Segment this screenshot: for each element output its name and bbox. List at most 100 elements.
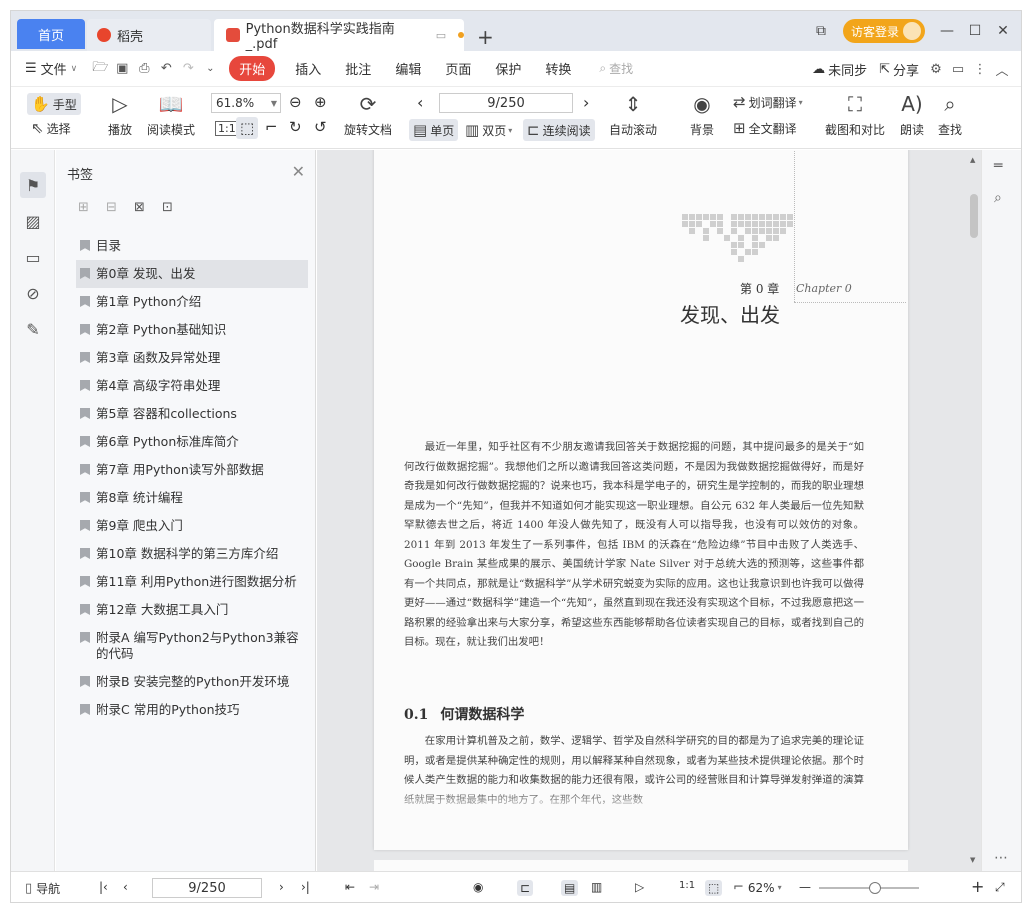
play-icon[interactable]: ▷ [635,880,644,894]
bookmark-item[interactable]: 第1章 Python介绍 [76,288,308,316]
menu-page[interactable]: 页面 [433,59,483,78]
bookmark-item[interactable]: 第8章 统计编程 [76,484,308,512]
comment-panel-icon[interactable]: ▭ [20,244,46,270]
signature-icon[interactable]: ✎ [20,316,46,342]
prev-page-icon[interactable]: ‹ [123,880,128,894]
open-icon[interactable]: 🗁 [89,58,111,80]
bookmark-item[interactable]: 第6章 Python标准库简介 [76,428,308,456]
last-page-icon[interactable]: ›| [301,880,310,894]
bookmark-item[interactable]: 附录B 安装完整的Python开发环境 [76,668,308,696]
bookmark-item[interactable]: 第3章 函数及异常处理 [76,344,308,372]
next-page-icon[interactable]: › [279,880,284,894]
comment-icon[interactable]: ▭ [947,58,969,80]
bookmark-item[interactable]: 目录 [76,232,308,260]
next-page-icon[interactable]: › [583,93,589,112]
more-options-icon[interactable]: ⋯ [994,850,1008,866]
bookmark-collapse-icon[interactable]: ⊡ [162,200,190,215]
scroll-up-icon[interactable]: ▲ [970,156,975,164]
bookmark-item[interactable]: 第9章 爬虫入门 [76,512,308,540]
tab-document[interactable]: Python数据科学实践指南_.pdf ▭ [214,19,464,52]
bookmark-item[interactable]: 第12章 大数据工具入门 [76,596,308,624]
menu-edit[interactable]: 编辑 [383,59,433,78]
zoom-out-icon[interactable]: — [799,880,811,894]
attachment-icon[interactable]: ⊘ [20,280,46,306]
rotate-doc-button[interactable]: ⟳ 旋转文档 [344,91,392,138]
page-number-input[interactable]: 9/250 [439,93,573,113]
find-button[interactable]: ⌕ 查找 [935,91,965,138]
bookmark-item[interactable]: 第10章 数据科学的第三方库介绍 [76,540,308,568]
vertical-scrollbar[interactable]: ▲ ▼ [967,150,981,871]
rotate-right-icon[interactable]: ↺ [314,118,327,136]
fullscreen-icon[interactable]: ⤢ [995,880,1005,895]
zoom-select[interactable]: 61.8% ▼ [211,93,281,113]
bookmark-item[interactable]: 第0章 发现、出发 [76,260,308,288]
menu-protect[interactable]: 保护 [483,59,533,78]
print-icon[interactable]: ⎙ [133,58,155,80]
redo-icon[interactable]: ↷ [177,58,199,80]
page-count-icon[interactable]: ⧉ [807,19,835,43]
bookmark-item[interactable]: 第11章 利用Python进行图数据分析 [76,568,308,596]
bookmark-item[interactable]: 第2章 Python基础知识 [76,316,308,344]
menu-start[interactable]: 开始 [229,56,276,81]
bookmark-item[interactable]: 第7章 用Python读写外部数据 [76,456,308,484]
forward-icon[interactable]: ⇥ [369,880,379,894]
bookmark-panel-icon[interactable]: ⚑ [20,172,46,198]
status-page-input[interactable]: 9/250 [152,878,262,898]
undo-icon[interactable]: ↶ [155,58,177,80]
word-translate-button[interactable]: ⇄ 划词翻译 ▾ [733,93,803,111]
reading-mode-button[interactable]: 📖 阅读模式 [147,91,195,138]
rotate-left-icon[interactable]: ↻ [289,118,302,136]
scrollbar-thumb[interactable] [970,194,978,238]
bookmark-item[interactable]: 第4章 高级字符串处理 [76,372,308,400]
tab-home[interactable]: 首页 [17,19,85,49]
minimize-icon[interactable]: — [933,19,961,43]
new-tab-button[interactable]: + [477,25,494,49]
close-icon[interactable]: ✕ [292,162,305,181]
bookmark-item[interactable]: 第5章 容器和collections [76,400,308,428]
menu-search[interactable]: ⌕ 查找 [587,60,645,77]
drag-handle-icon[interactable]: ═ [994,158,1002,174]
menu-convert[interactable]: 转换 [533,59,583,78]
actual-size-icon[interactable]: 1:1 [679,880,695,891]
hand-tool-button[interactable]: ✋ 手型 [27,93,81,115]
zoom-select[interactable]: ⌐ 62% ▾ [733,880,782,895]
prev-page-icon[interactable]: ‹ [417,93,423,112]
read-aloud-button[interactable]: A) 朗读 [897,91,927,138]
collapse-icon[interactable]: ︿ [991,58,1013,80]
fit-width-icon[interactable]: ⌐ [265,118,278,136]
menu-annotate[interactable]: 批注 [333,59,383,78]
monitor-icon[interactable]: ▭ [436,29,446,42]
zoom-in-icon[interactable]: + [971,877,984,896]
back-icon[interactable]: ⇤ [345,880,355,894]
save-icon[interactable]: ▣ [111,58,133,80]
more-icon[interactable]: ⋮ [969,58,991,80]
select-tool-button[interactable]: ⇖ 选择 [31,119,71,137]
zoom-in-icon[interactable]: ⊕ [314,93,327,111]
fit-page-icon[interactable]: ⬚ [236,117,259,139]
full-translate-button[interactable]: ⊞ 全文翻译 [733,119,797,137]
double-page-view-icon[interactable]: ▥ [591,880,602,894]
visitor-login-button[interactable]: 访客登录 [842,19,925,43]
add-child-bookmark-icon[interactable]: ⊟ [106,200,134,215]
first-page-icon[interactable]: |‹ [99,880,108,894]
navigation-button[interactable]: ▯ 导航 [25,880,60,897]
quick-menu-icon[interactable]: ⌄ [199,58,221,80]
continuous-view-icon[interactable]: ⊏ [517,880,534,896]
maximize-icon[interactable]: ☐ [961,19,989,43]
continuous-reading-button[interactable]: ⊏ 连续阅读 [523,119,595,141]
single-page-button[interactable]: ▤ 单页 [409,119,459,141]
thumbnail-icon[interactable]: ▨ [20,208,46,234]
bookmark-expand-icon[interactable]: ⊠ [134,200,162,215]
add-bookmark-icon[interactable]: ⊞ [78,200,106,215]
double-page-button[interactable]: ▥ 双页 ▾ [465,121,512,139]
eye-icon[interactable]: ◉ [473,880,483,894]
zoom-slider[interactable] [819,882,919,894]
screenshot-compare-button[interactable]: ⛶ 截图和对比 [825,91,885,138]
scroll-down-icon[interactable]: ▼ [970,856,975,864]
menu-insert[interactable]: 插入 [283,59,333,78]
bookmark-item[interactable]: 附录C 常用的Python技巧 [76,696,308,724]
close-icon[interactable]: ✕ [989,19,1017,43]
tab-daoke[interactable]: 稻壳 [87,19,211,51]
sync-button[interactable]: ☁ 未同步 [806,60,873,79]
play-button[interactable]: ▷ 播放 [105,91,135,138]
